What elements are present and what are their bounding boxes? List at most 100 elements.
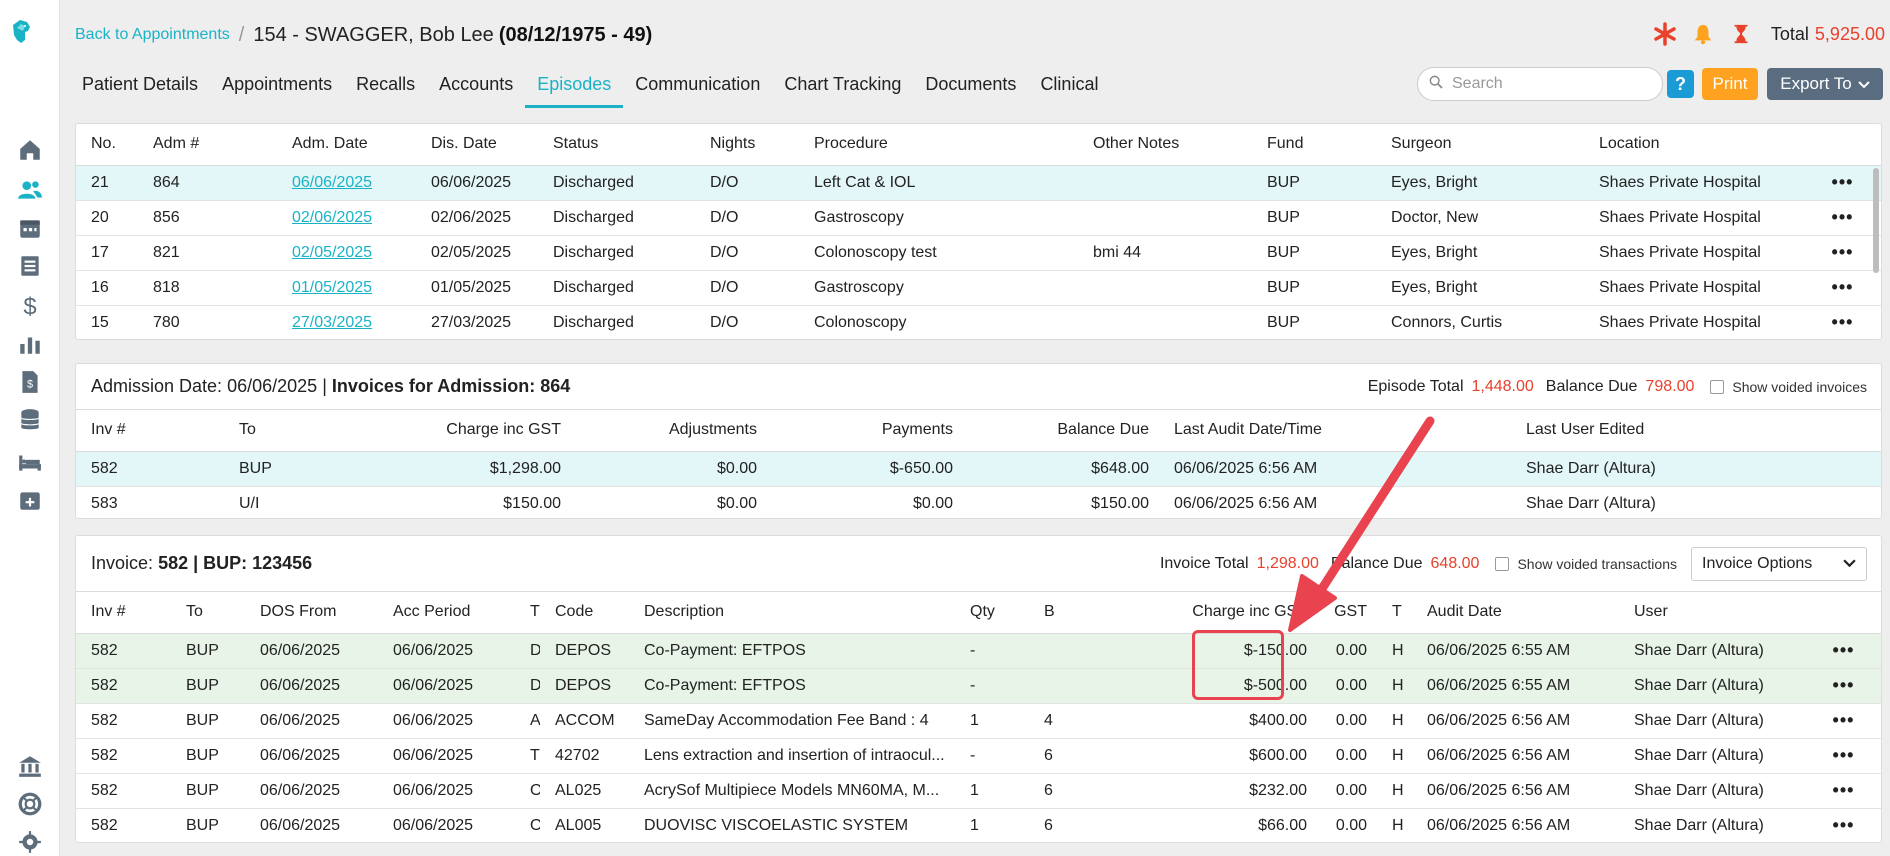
col-header[interactable]: Audit Date: [1412, 592, 1619, 634]
scrollbar-thumb[interactable]: [1873, 168, 1879, 273]
col-header[interactable]: Qty: [955, 592, 1029, 634]
invoice-item-row[interactable]: 582BUP06/06/202506/06/2025OAL005DUOVISC …: [76, 808, 1881, 842]
col-header[interactable]: Surgeon: [1376, 124, 1584, 166]
col-header[interactable]: Balance Due: [963, 410, 1159, 452]
col-header[interactable]: Adm. Date: [277, 124, 416, 166]
col-header[interactable]: T: [515, 592, 540, 634]
app-logo-icon[interactable]: [8, 18, 52, 70]
row-menu-icon[interactable]: •••: [1804, 738, 1881, 774]
col-header[interactable]: T: [1377, 592, 1412, 634]
tab-communication[interactable]: Communication: [623, 68, 772, 108]
col-header[interactable]: DOS From: [245, 592, 378, 634]
database-icon[interactable]: [14, 404, 46, 436]
bell-icon[interactable]: [1691, 22, 1715, 46]
chart-icon[interactable]: [14, 328, 46, 360]
row-menu-icon[interactable]: •••: [1804, 773, 1881, 809]
help-ring-icon[interactable]: [14, 788, 46, 820]
invoice-item-row[interactable]: 582 BUP 06/06/2025 06/06/2025 A ACCOM SameDay …: [76, 703, 1881, 739]
adm-date-link[interactable]: 02/06/2025: [292, 209, 372, 226]
show-voided-transactions-checkbox[interactable]: [1495, 557, 1510, 571]
invoice-item-row[interactable]: 582BUP06/06/202506/06/2025DDEPOSCo-Payme…: [76, 633, 1881, 669]
col-header[interactable]: Inv #: [76, 410, 224, 452]
col-header[interactable]: Status: [538, 124, 695, 166]
show-voided-invoices-checkbox[interactable]: [1710, 380, 1725, 394]
invoice-item-row[interactable]: 582BUP06/06/202506/06/2025DDEPOSCo-Payme…: [76, 668, 1881, 704]
adm-date-link[interactable]: 27/03/2025: [292, 314, 372, 331]
col-header[interactable]: Description: [629, 592, 955, 634]
episode-row[interactable]: 17 821 02/05/2025 02/05/2025 Discharged …: [76, 235, 1881, 271]
tab-appointments[interactable]: Appointments: [210, 68, 344, 108]
invoice-item-row[interactable]: 582BUP06/06/202506/06/2025OAL025AcrySof …: [76, 773, 1881, 809]
search-input[interactable]: [1452, 75, 1652, 93]
col-header[interactable]: Fund: [1252, 124, 1376, 166]
show-voided-transactions-label[interactable]: Show voided transactions: [1517, 556, 1677, 572]
col-header[interactable]: B: [1029, 592, 1085, 634]
invoice-options-select[interactable]: Invoice Options: [1691, 547, 1867, 581]
patients-icon[interactable]: [14, 174, 46, 206]
home-icon[interactable]: [14, 134, 46, 166]
col-header[interactable]: Last Audit Date/Time: [1159, 410, 1511, 452]
hourglass-icon[interactable]: [1729, 22, 1753, 46]
export-to-button[interactable]: Export To: [1767, 68, 1883, 100]
col-header[interactable]: No.: [76, 124, 138, 166]
row-menu-icon[interactable]: •••: [1802, 165, 1881, 201]
invoice-item-row[interactable]: 582 BUP 06/06/2025 06/06/2025 T 42702 Lens ext…: [76, 738, 1881, 774]
tab-documents[interactable]: Documents: [913, 68, 1028, 108]
row-menu-icon[interactable]: •••: [1802, 270, 1881, 306]
col-header[interactable]: Location: [1584, 124, 1802, 166]
help-button[interactable]: ?: [1667, 70, 1694, 98]
row-menu-icon[interactable]: •••: [1804, 808, 1881, 842]
bed-icon[interactable]: [14, 446, 46, 478]
dollar-icon[interactable]: $: [14, 290, 46, 322]
col-header[interactable]: Inv #: [76, 592, 171, 634]
gear-icon[interactable]: [14, 826, 46, 856]
adm-date-link[interactable]: 02/05/2025: [292, 244, 372, 261]
tab-episodes[interactable]: Episodes: [525, 68, 624, 108]
episodes-scrollbar[interactable]: [1873, 168, 1879, 339]
col-header[interactable]: Procedure: [799, 124, 1078, 166]
episode-row[interactable]: 16 818 01/05/2025 01/05/2025 Discharged …: [76, 270, 1881, 306]
episode-row[interactable]: 20 856 02/06/2025 02/06/2025 Discharged …: [76, 200, 1881, 236]
col-header[interactable]: Acc Period: [378, 592, 515, 634]
calendar-plus-icon[interactable]: [14, 484, 46, 516]
row-menu-icon[interactable]: •••: [1802, 200, 1881, 236]
col-header[interactable]: To: [224, 410, 324, 452]
col-header[interactable]: Dis. Date: [416, 124, 538, 166]
calendar-icon[interactable]: [14, 212, 46, 244]
tab-accounts[interactable]: Accounts: [427, 68, 525, 108]
col-header[interactable]: Payments: [767, 410, 963, 452]
episode-row[interactable]: 21 864 06/06/2025 06/06/2025 Discharged …: [76, 165, 1881, 201]
col-header[interactable]: Adm #: [138, 124, 277, 166]
col-header[interactable]: Charge inc GST: [324, 410, 571, 452]
show-voided-invoices-label[interactable]: Show voided invoices: [1732, 379, 1867, 395]
list-icon[interactable]: [14, 250, 46, 282]
col-header[interactable]: Adjustments: [571, 410, 767, 452]
tab-recalls[interactable]: Recalls: [344, 68, 427, 108]
adm-date-link[interactable]: 06/06/2025: [292, 174, 372, 191]
invoice-icon[interactable]: $: [14, 366, 46, 398]
col-header[interactable]: Charge inc GST: [1085, 592, 1317, 634]
col-header[interactable]: To: [171, 592, 245, 634]
invoice-row[interactable]: 582 BUP $1,298.00 $0.00 $-650.00 $648.00…: [76, 451, 1881, 487]
row-menu-icon[interactable]: •••: [1804, 703, 1881, 739]
col-header[interactable]: User: [1619, 592, 1804, 634]
row-menu-icon[interactable]: •••: [1804, 633, 1881, 669]
adm-date-link[interactable]: 01/05/2025: [292, 279, 372, 296]
col-header[interactable]: Nights: [695, 124, 799, 166]
episode-row[interactable]: 15 780 27/03/2025 27/03/2025 Discharged …: [76, 305, 1881, 339]
back-to-appointments-link[interactable]: Back to Appointments: [75, 26, 230, 44]
tab-clinical[interactable]: Clinical: [1028, 68, 1110, 108]
alert-asterisk-icon[interactable]: [1653, 22, 1677, 46]
tab-patient-details[interactable]: Patient Details: [70, 68, 210, 108]
col-header[interactable]: GST: [1317, 592, 1377, 634]
col-header[interactable]: Last User Edited: [1511, 410, 1881, 452]
print-button[interactable]: Print: [1702, 68, 1758, 100]
col-header[interactable]: Code: [540, 592, 629, 634]
col-header[interactable]: Other Notes: [1078, 124, 1252, 166]
invoice-row[interactable]: 583 U/I $150.00 $0.00 $0.00 $150.00 06/0…: [76, 486, 1881, 518]
row-menu-icon[interactable]: •••: [1802, 235, 1881, 271]
row-menu-icon[interactable]: •••: [1802, 305, 1881, 339]
row-menu-icon[interactable]: •••: [1804, 668, 1881, 704]
tab-chart-tracking[interactable]: Chart Tracking: [772, 68, 913, 108]
bank-icon[interactable]: [14, 750, 46, 782]
